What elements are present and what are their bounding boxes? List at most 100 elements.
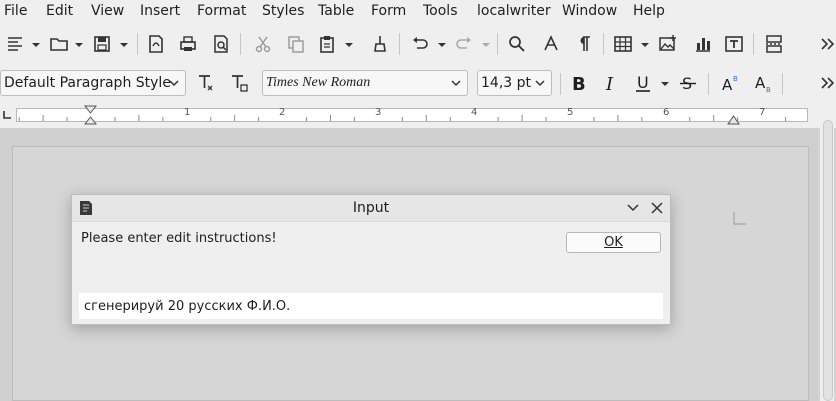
horizontal-ruler[interactable]: 1 2 3 4 5 6 7	[16, 107, 808, 122]
clone-formatting-icon[interactable]	[369, 33, 391, 55]
svg-text:B: B	[766, 86, 771, 93]
chevron-down-icon[interactable]	[437, 40, 447, 50]
font-name-value: Times New Roman	[266, 75, 371, 90]
chevron-down-icon[interactable]	[119, 40, 129, 50]
more-icon[interactable]	[817, 33, 836, 55]
font-size-combo[interactable]: 14,3 pt	[477, 70, 552, 96]
dialog-titlebar[interactable]: Input	[72, 195, 670, 222]
insert-textbox-icon[interactable]	[723, 33, 745, 55]
toolbar-separator	[753, 33, 754, 55]
toolbar-separator	[560, 73, 561, 95]
ruler-number: 5	[567, 107, 574, 118]
underline-icon[interactable]: U	[632, 72, 654, 94]
tab-stop-icon[interactable]	[3, 110, 12, 119]
chevron-down-icon[interactable]	[660, 79, 670, 89]
indent-marker[interactable]	[84, 105, 97, 125]
minimize-chevron-icon[interactable]	[626, 201, 640, 215]
update-style-icon[interactable]	[195, 72, 217, 94]
menu-tools[interactable]: Tools	[423, 2, 458, 20]
menu-form[interactable]: Form	[371, 2, 406, 20]
toolbar-separator	[603, 33, 604, 55]
undo-icon[interactable]	[409, 33, 431, 55]
paste-icon[interactable]	[316, 33, 338, 55]
menu-view[interactable]: View	[91, 2, 124, 20]
chevron-down-icon[interactable]	[31, 40, 41, 50]
insert-table-icon[interactable]	[612, 33, 634, 55]
find-replace-icon[interactable]	[506, 33, 528, 55]
formatting-marks-icon[interactable]	[573, 33, 595, 55]
menu-table[interactable]: Table	[318, 2, 354, 20]
toolbar-separator	[782, 73, 783, 95]
toolbar-separator	[240, 33, 241, 55]
insert-chart-icon[interactable]	[692, 33, 714, 55]
scrollbar-thumb[interactable]	[823, 120, 833, 401]
svg-text:I: I	[605, 74, 614, 93]
svg-text:A: A	[755, 74, 766, 92]
paragraph-style-value: Default Paragraph Style	[4, 75, 171, 91]
chevron-down-icon[interactable]	[344, 40, 354, 50]
cut-icon[interactable]	[252, 33, 274, 55]
ruler-number: 3	[375, 107, 382, 118]
ok-button[interactable]: OK	[566, 232, 661, 253]
insert-image-icon[interactable]	[657, 33, 679, 55]
close-icon[interactable]	[650, 201, 664, 215]
open-icon[interactable]	[48, 33, 70, 55]
svg-text:A: A	[722, 76, 733, 93]
chevron-down-icon[interactable]	[640, 40, 650, 50]
ruler-number: 1	[184, 107, 191, 118]
ok-button-label: OK	[604, 235, 623, 250]
print-icon[interactable]	[177, 33, 199, 55]
ruler-ticks	[18, 115, 787, 121]
subscript-icon[interactable]: AB	[752, 72, 774, 94]
menu-edit[interactable]: Edit	[46, 2, 73, 20]
menu-window[interactable]: Window	[562, 2, 617, 20]
export-pdf-icon[interactable]	[145, 33, 167, 55]
chevron-down-icon[interactable]	[535, 79, 545, 87]
svg-text:B: B	[733, 75, 738, 83]
print-preview-icon[interactable]	[210, 33, 232, 55]
new-style-icon[interactable]	[228, 72, 250, 94]
right-indent-marker[interactable]	[727, 113, 740, 125]
page-break-icon[interactable]	[763, 33, 785, 55]
paragraph-style-combo[interactable]: Default Paragraph Style	[0, 70, 186, 96]
dialog-title: Input	[352, 200, 390, 216]
chevron-down-icon[interactable]	[481, 40, 491, 50]
toolbar-separator	[399, 33, 400, 55]
menu-localwriter[interactable]: localwriter	[477, 2, 551, 20]
toolbar-separator	[497, 33, 498, 55]
font-size-value: 14,3 pt	[481, 75, 531, 91]
menu-file[interactable]: File	[4, 2, 27, 20]
standard-toolbar	[0, 22, 836, 66]
ruler-number: 4	[471, 107, 478, 118]
bold-icon[interactable]: B	[567, 72, 589, 94]
ruler-number: 6	[663, 107, 670, 118]
input-dialog: Input Please enter edit instructions! OK	[71, 194, 671, 325]
superscript-icon[interactable]: AB	[719, 72, 741, 94]
ruler-number: 7	[759, 107, 766, 118]
copy-icon[interactable]	[285, 33, 307, 55]
menu-styles[interactable]: Styles	[262, 2, 304, 20]
instructions-input[interactable]	[79, 293, 663, 319]
redo-icon[interactable]	[453, 33, 475, 55]
strikethrough-icon[interactable]: S	[677, 72, 699, 94]
menu-insert[interactable]: Insert	[140, 2, 180, 20]
chevron-down-icon[interactable]	[169, 79, 179, 87]
dialog-message: Please enter edit instructions!	[81, 231, 277, 246]
menu-bar: File Edit View Insert Format Styles Tabl…	[0, 0, 836, 22]
menu-help[interactable]: Help	[633, 2, 665, 20]
more-icon[interactable]	[817, 72, 836, 94]
spelling-icon[interactable]	[540, 33, 562, 55]
toolbar-separator	[708, 73, 709, 95]
sidebar-icon[interactable]	[4, 33, 26, 55]
toolbar-separator	[137, 33, 138, 55]
menu-format[interactable]: Format	[197, 2, 246, 20]
text-boundary-mark	[733, 212, 746, 225]
ruler-number: 2	[279, 107, 286, 118]
svg-text:U: U	[637, 73, 649, 92]
chevron-down-icon[interactable]	[74, 40, 84, 50]
chevron-down-icon[interactable]	[451, 79, 461, 87]
italic-icon[interactable]: I	[600, 72, 622, 94]
save-icon[interactable]	[91, 33, 113, 55]
font-name-combo[interactable]: Times New Roman	[262, 70, 468, 96]
svg-text:B: B	[572, 74, 586, 93]
